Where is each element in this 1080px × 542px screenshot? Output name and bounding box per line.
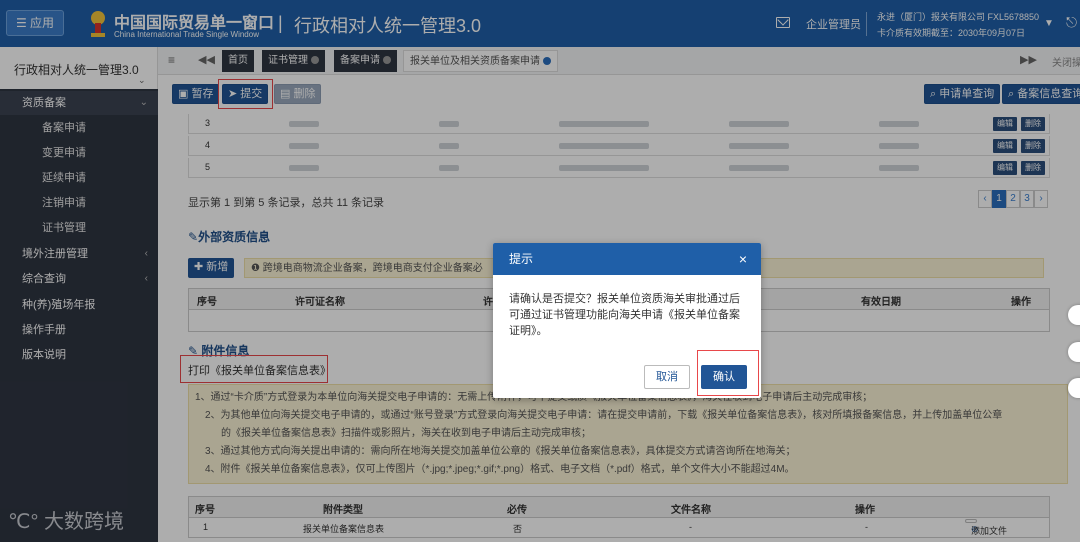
dialog-message: 请确认是否提交？报关单位资质海关审批通过后可通过证书管理功能向海关申请《报关单位…	[509, 293, 740, 337]
confirm-dialog: 提示 × 请确认是否提交？报关单位资质海关审批通过后可通过证书管理功能向海关申请…	[493, 243, 761, 398]
cancel-button[interactable]: 取消	[644, 365, 690, 389]
dialog-header: 提示 ×	[493, 243, 761, 275]
confirm-highlight	[697, 350, 759, 396]
dialog-title: 提示	[509, 252, 534, 266]
close-icon[interactable]: ×	[739, 243, 747, 275]
